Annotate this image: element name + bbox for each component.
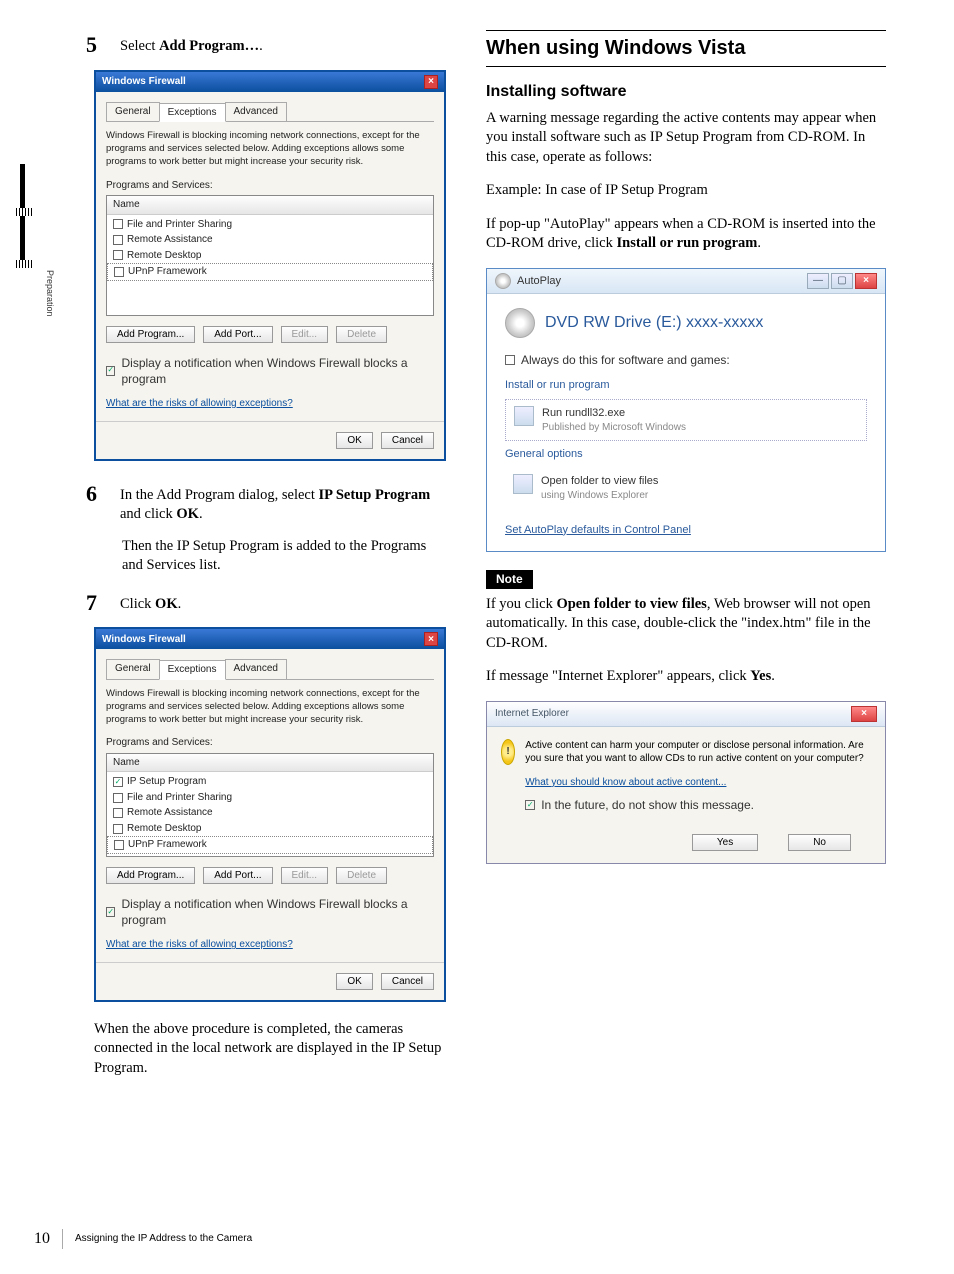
future-checkbox[interactable]: ✓ (525, 800, 535, 810)
page-number: 10 (34, 1228, 50, 1250)
ie-message: Active content can harm your computer or… (525, 739, 871, 766)
programs-services-label: Programs and Services: (106, 736, 434, 750)
risks-link[interactable]: What are the risks of allowing exception… (106, 939, 293, 950)
always-checkbox[interactable] (505, 355, 515, 365)
dialog-title: Windows Firewall (102, 633, 186, 647)
firewall-description: Windows Firewall is blocking incoming ne… (106, 130, 434, 168)
page-footer: 10 Assigning the IP Address to the Camer… (34, 1228, 252, 1250)
tab-general[interactable]: General (106, 659, 160, 679)
install-group-title: Install or run program (505, 378, 867, 393)
no-button[interactable]: No (788, 834, 851, 851)
step-6-text: In the Add Program dialog, select IP Set… (120, 479, 446, 525)
step-6-number: 6 (86, 479, 106, 509)
open-folder-option[interactable]: Open folder to view files using Windows … (505, 468, 867, 508)
maximize-icon[interactable]: ▢ (831, 273, 853, 289)
edit-button[interactable]: Edit... (281, 326, 329, 343)
internet-explorer-dialog: Internet Explorer × ! Active content can… (486, 701, 886, 864)
close-icon[interactable]: × (424, 75, 438, 89)
autoplay-dialog: AutoPlay — ▢ × DVD RW Drive (E:) xxxx-xx… (486, 268, 886, 552)
margin-decoration (16, 164, 36, 268)
note-badge: Note (486, 570, 533, 588)
cancel-button[interactable]: Cancel (381, 432, 434, 449)
add-program-button[interactable]: Add Program... (106, 867, 195, 884)
notify-checkbox[interactable]: ✓ (106, 907, 115, 917)
right-p3: If pop-up "AutoPlay" appears when a CD-R… (486, 215, 886, 254)
disc-icon (495, 273, 511, 289)
step-6-para: Then the IP Setup Program is added to th… (122, 537, 446, 576)
list-header-name: Name (107, 754, 433, 773)
windows-firewall-dialog-1: Windows Firewall × General Exceptions Ad… (94, 70, 446, 461)
disc-icon (505, 308, 535, 338)
tab-exceptions[interactable]: Exceptions (159, 103, 226, 123)
program-icon (514, 406, 534, 426)
add-port-button[interactable]: Add Port... (203, 867, 272, 884)
subsection-heading: Installing software (486, 81, 886, 103)
close-icon[interactable]: × (855, 273, 877, 289)
yes-button[interactable]: Yes (692, 834, 758, 851)
programs-list-1[interactable]: File and Printer Sharing Remote Assistan… (107, 215, 433, 315)
edit-button[interactable]: Edit... (281, 867, 329, 884)
right-p2: Example: In case of IP Setup Program (486, 181, 886, 201)
run-option[interactable]: Run rundll32.exe Published by Microsoft … (505, 399, 867, 441)
autoplay-defaults-link[interactable]: Set AutoPlay defaults in Control Panel (505, 523, 867, 538)
ok-button[interactable]: OK (336, 973, 372, 990)
step-5-number: 5 (86, 30, 106, 60)
minimize-icon[interactable]: — (807, 273, 829, 289)
closing-para: When the above procedure is completed, t… (94, 1020, 446, 1079)
notify-checkbox[interactable]: ✓ (106, 366, 115, 376)
margin-section-label: Preparation (44, 270, 56, 317)
note-text: If you click Open folder to view files, … (486, 595, 886, 654)
general-group-title: General options (505, 447, 867, 462)
step-5-text: Select Add Program…. (120, 30, 263, 57)
active-content-link[interactable]: What you should know about active conten… (525, 777, 726, 788)
right-p4: If message "Internet Explorer" appears, … (486, 667, 886, 687)
add-port-button[interactable]: Add Port... (203, 326, 272, 343)
add-program-button[interactable]: Add Program... (106, 326, 195, 343)
warning-icon: ! (501, 739, 515, 765)
step-7-number: 7 (86, 588, 106, 618)
tab-general[interactable]: General (106, 102, 160, 122)
windows-firewall-dialog-2: Windows Firewall × General Exceptions Ad… (94, 627, 446, 1001)
delete-button[interactable]: Delete (336, 867, 387, 884)
cancel-button[interactable]: Cancel (381, 973, 434, 990)
programs-list-2[interactable]: ✓IP Setup Program File and Printer Shari… (107, 772, 433, 856)
folder-icon (513, 474, 533, 494)
step-7-text: Click OK. (120, 588, 181, 615)
close-icon[interactable]: × (424, 632, 438, 646)
programs-services-label: Programs and Services: (106, 179, 434, 193)
footer-text: Assigning the IP Address to the Camera (75, 1232, 252, 1246)
tab-advanced[interactable]: Advanced (225, 659, 287, 679)
firewall-description: Windows Firewall is blocking incoming ne… (106, 688, 434, 726)
right-p1: A warning message regarding the active c… (486, 109, 886, 168)
risks-link[interactable]: What are the risks of allowing exception… (106, 398, 293, 409)
section-heading: When using Windows Vista (486, 30, 886, 67)
tab-exceptions[interactable]: Exceptions (159, 660, 226, 680)
ok-button[interactable]: OK (336, 432, 372, 449)
tab-advanced[interactable]: Advanced (225, 102, 287, 122)
close-icon[interactable]: × (851, 706, 877, 722)
ie-title: Internet Explorer (495, 707, 569, 721)
delete-button[interactable]: Delete (336, 326, 387, 343)
drive-label: DVD RW Drive (E:) xxxx-xxxxx (545, 312, 763, 334)
dialog-title: Windows Firewall (102, 75, 186, 89)
list-header-name: Name (107, 196, 433, 215)
